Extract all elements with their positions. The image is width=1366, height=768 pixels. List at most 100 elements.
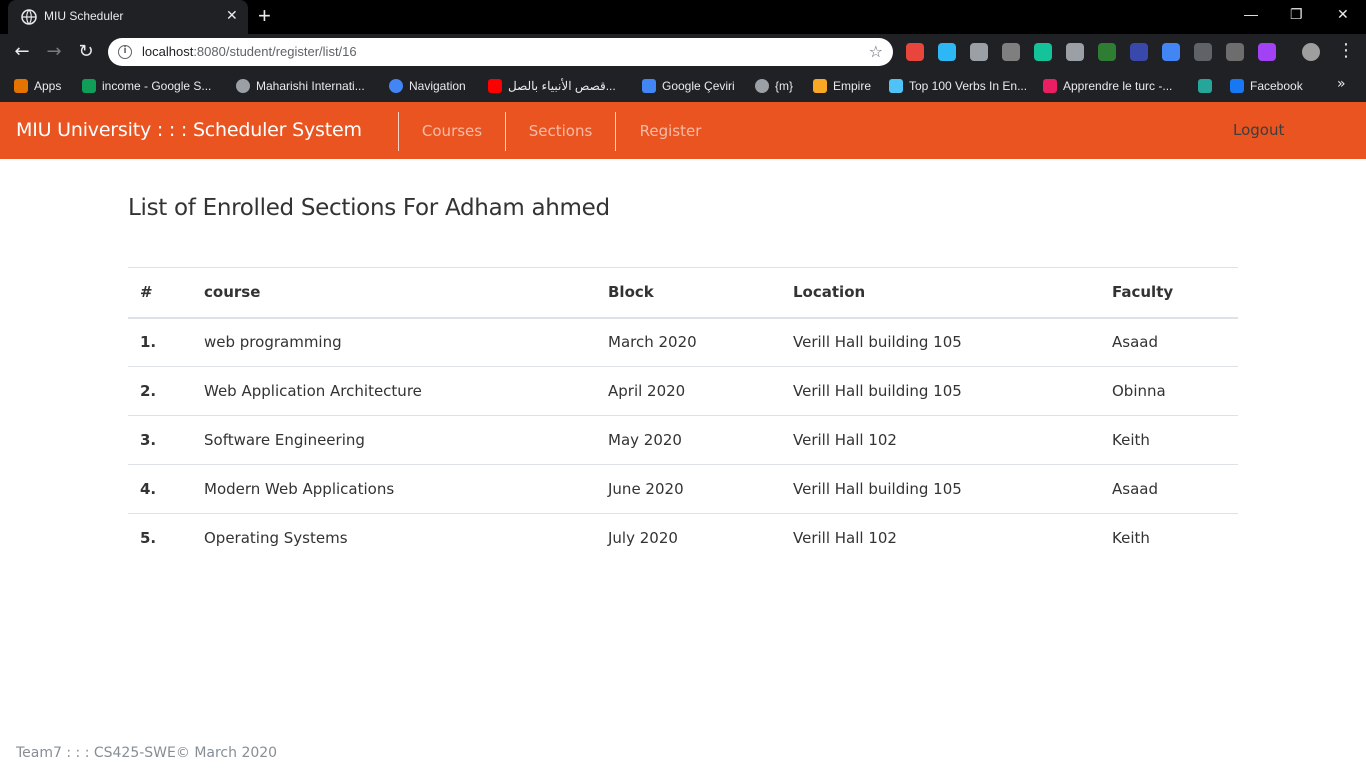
brand-title[interactable]: MIU University : : : Scheduler System bbox=[16, 119, 362, 141]
block-cell: May 2020 bbox=[596, 415, 781, 465]
close-tab-icon[interactable]: ✕ bbox=[226, 8, 238, 24]
table-row: 5. Operating Systems July 2020 Verill Hall … bbox=[128, 513, 1238, 563]
bookmark-label: Facebook bbox=[1250, 79, 1303, 93]
extension-icon[interactable] bbox=[1130, 43, 1148, 61]
new-tab-button[interactable]: + bbox=[258, 4, 271, 28]
nav-courses[interactable]: Courses bbox=[398, 112, 505, 151]
browser-titlebar: MIU Scheduler ✕ + — ❐ ✕ bbox=[0, 0, 1366, 34]
bookmark-item[interactable]: Top 100 Verbs In En... bbox=[889, 77, 1027, 95]
bookmark-item[interactable]: Facebook bbox=[1230, 77, 1303, 95]
bookmark-item[interactable]: Navigation bbox=[389, 77, 466, 95]
block-cell: March 2020 bbox=[596, 317, 781, 367]
bookmark-label: Apprendre le turc -... bbox=[1063, 79, 1173, 93]
google-translate-icon bbox=[642, 79, 656, 93]
globe-icon bbox=[21, 9, 37, 25]
restore-icon[interactable]: ❐ bbox=[1290, 6, 1303, 23]
course-cell: Operating Systems bbox=[192, 513, 596, 563]
extension-icon[interactable] bbox=[1258, 43, 1276, 61]
extension-icon[interactable] bbox=[1002, 43, 1020, 61]
course-cell: Software Engineering bbox=[192, 415, 596, 465]
youtube-icon bbox=[488, 79, 502, 93]
bookmark-label: قصص الأنبياء بالصل... bbox=[508, 79, 616, 93]
extension-icon[interactable] bbox=[906, 43, 924, 61]
site-info-icon[interactable]: i bbox=[118, 45, 132, 59]
empire-icon bbox=[813, 79, 827, 93]
header-faculty: Faculty bbox=[1100, 267, 1238, 319]
nav-sections[interactable]: Sections bbox=[505, 112, 615, 151]
bookmark-item[interactable] bbox=[1198, 77, 1212, 95]
browser-toolbar: ← → ↻ i localhost:8080/student/register/… bbox=[0, 34, 1366, 70]
extension-icon[interactable] bbox=[1034, 43, 1052, 61]
location-cell: Verill Hall building 105 bbox=[781, 366, 1100, 416]
table-header-row: # course Block Location Faculty bbox=[128, 267, 1238, 319]
extension-icon[interactable] bbox=[1226, 43, 1244, 61]
bookmark-label: Maharishi Internati... bbox=[256, 79, 365, 93]
row-number: 5. bbox=[128, 513, 192, 563]
extension-icon[interactable] bbox=[1066, 43, 1084, 61]
table-row: 3. Software Engineering May 2020 Verill Hal… bbox=[128, 415, 1238, 465]
bookmark-item[interactable]: Maharishi Internati... bbox=[236, 77, 365, 95]
bookmarks-more-icon[interactable]: » bbox=[1337, 76, 1346, 92]
bookmark-item[interactable]: Apprendre le turc -... bbox=[1043, 77, 1172, 95]
header-course: course bbox=[192, 267, 596, 319]
url-text[interactable]: localhost:8080/student/register/list/16 bbox=[142, 44, 357, 59]
header-location: Location bbox=[781, 267, 1100, 319]
faculty-cell: Asaad bbox=[1100, 317, 1238, 367]
bookmark-label: Apps bbox=[34, 79, 62, 93]
menu-dots-icon[interactable]: ⋮ bbox=[1337, 41, 1355, 61]
logout-link[interactable]: Logout bbox=[1233, 121, 1284, 139]
page-title: List of Enrolled Sections For Adham ahme… bbox=[128, 195, 610, 221]
faculty-cell: Asaad bbox=[1100, 464, 1238, 514]
bookmark-item[interactable]: Empire bbox=[813, 77, 871, 95]
close-window-icon[interactable]: ✕ bbox=[1337, 6, 1349, 23]
verbs-icon bbox=[889, 79, 903, 93]
table-row: 1. web programming March 2020 Verill Hall b… bbox=[128, 317, 1238, 367]
bookmark-item[interactable]: قصص الأنبياء بالصل... bbox=[488, 77, 616, 95]
extension-icon[interactable] bbox=[938, 43, 956, 61]
browser-tab[interactable]: MIU Scheduler ✕ bbox=[8, 0, 248, 34]
minimize-icon[interactable]: — bbox=[1244, 6, 1258, 22]
bookmark-label: Top 100 Verbs In En... bbox=[909, 79, 1028, 93]
table-row: 4. Modern Web Applications June 2020 Verill… bbox=[128, 464, 1238, 514]
url-host: localhost bbox=[142, 44, 194, 59]
location-cell: Verill Hall 102 bbox=[781, 513, 1100, 563]
globe-icon bbox=[236, 79, 250, 93]
bird-icon bbox=[1198, 79, 1212, 93]
location-cell: Verill Hall 102 bbox=[781, 415, 1100, 465]
forward-icon[interactable]: → bbox=[43, 41, 65, 63]
location-cell: Verill Hall building 105 bbox=[781, 317, 1100, 367]
bookmark-item[interactable]: Apps bbox=[14, 77, 61, 95]
reload-icon[interactable]: ↻ bbox=[75, 41, 97, 63]
bookmark-star-icon[interactable]: ☆ bbox=[869, 42, 883, 61]
location-cell: Verill Hall building 105 bbox=[781, 464, 1100, 514]
header-number: # bbox=[128, 267, 192, 319]
nav-register[interactable]: Register bbox=[615, 112, 725, 151]
bookmark-label: {m} bbox=[775, 79, 794, 93]
profile-avatar[interactable] bbox=[1302, 43, 1320, 61]
bookmark-item[interactable]: Google Çeviri bbox=[642, 77, 735, 95]
row-number: 2. bbox=[128, 366, 192, 416]
course-cell: Modern Web Applications bbox=[192, 464, 596, 514]
bookmarks-bar: Apps income - Google S... Maharishi Intern… bbox=[0, 70, 1366, 102]
bookmark-item[interactable]: income - Google S... bbox=[82, 77, 211, 95]
bookmark-label: Navigation bbox=[409, 79, 466, 93]
extension-icon[interactable] bbox=[1098, 43, 1116, 61]
bookmark-item[interactable]: {m} bbox=[755, 77, 793, 95]
faculty-cell: Obinna bbox=[1100, 366, 1238, 416]
globe-icon bbox=[755, 79, 769, 93]
table-row: 2. Web Application Architecture April 2020… bbox=[128, 366, 1238, 416]
extension-icon[interactable] bbox=[1162, 43, 1180, 61]
course-cell: web programming bbox=[192, 317, 596, 367]
url-path: :8080/student/register/list/16 bbox=[193, 44, 357, 59]
course-cell: Web Application Architecture bbox=[192, 366, 596, 416]
bookmark-label: Empire bbox=[833, 79, 872, 93]
block-cell: June 2020 bbox=[596, 464, 781, 514]
bookmark-label: Google Çeviri bbox=[662, 79, 735, 93]
row-number: 4. bbox=[128, 464, 192, 514]
address-bar[interactable]: i localhost:8080/student/register/list/1… bbox=[108, 38, 893, 66]
row-number: 3. bbox=[128, 415, 192, 465]
extension-icon[interactable] bbox=[1194, 43, 1212, 61]
extension-icon[interactable] bbox=[970, 43, 988, 61]
back-icon[interactable]: ← bbox=[11, 41, 33, 63]
facebook-icon bbox=[1230, 79, 1244, 93]
